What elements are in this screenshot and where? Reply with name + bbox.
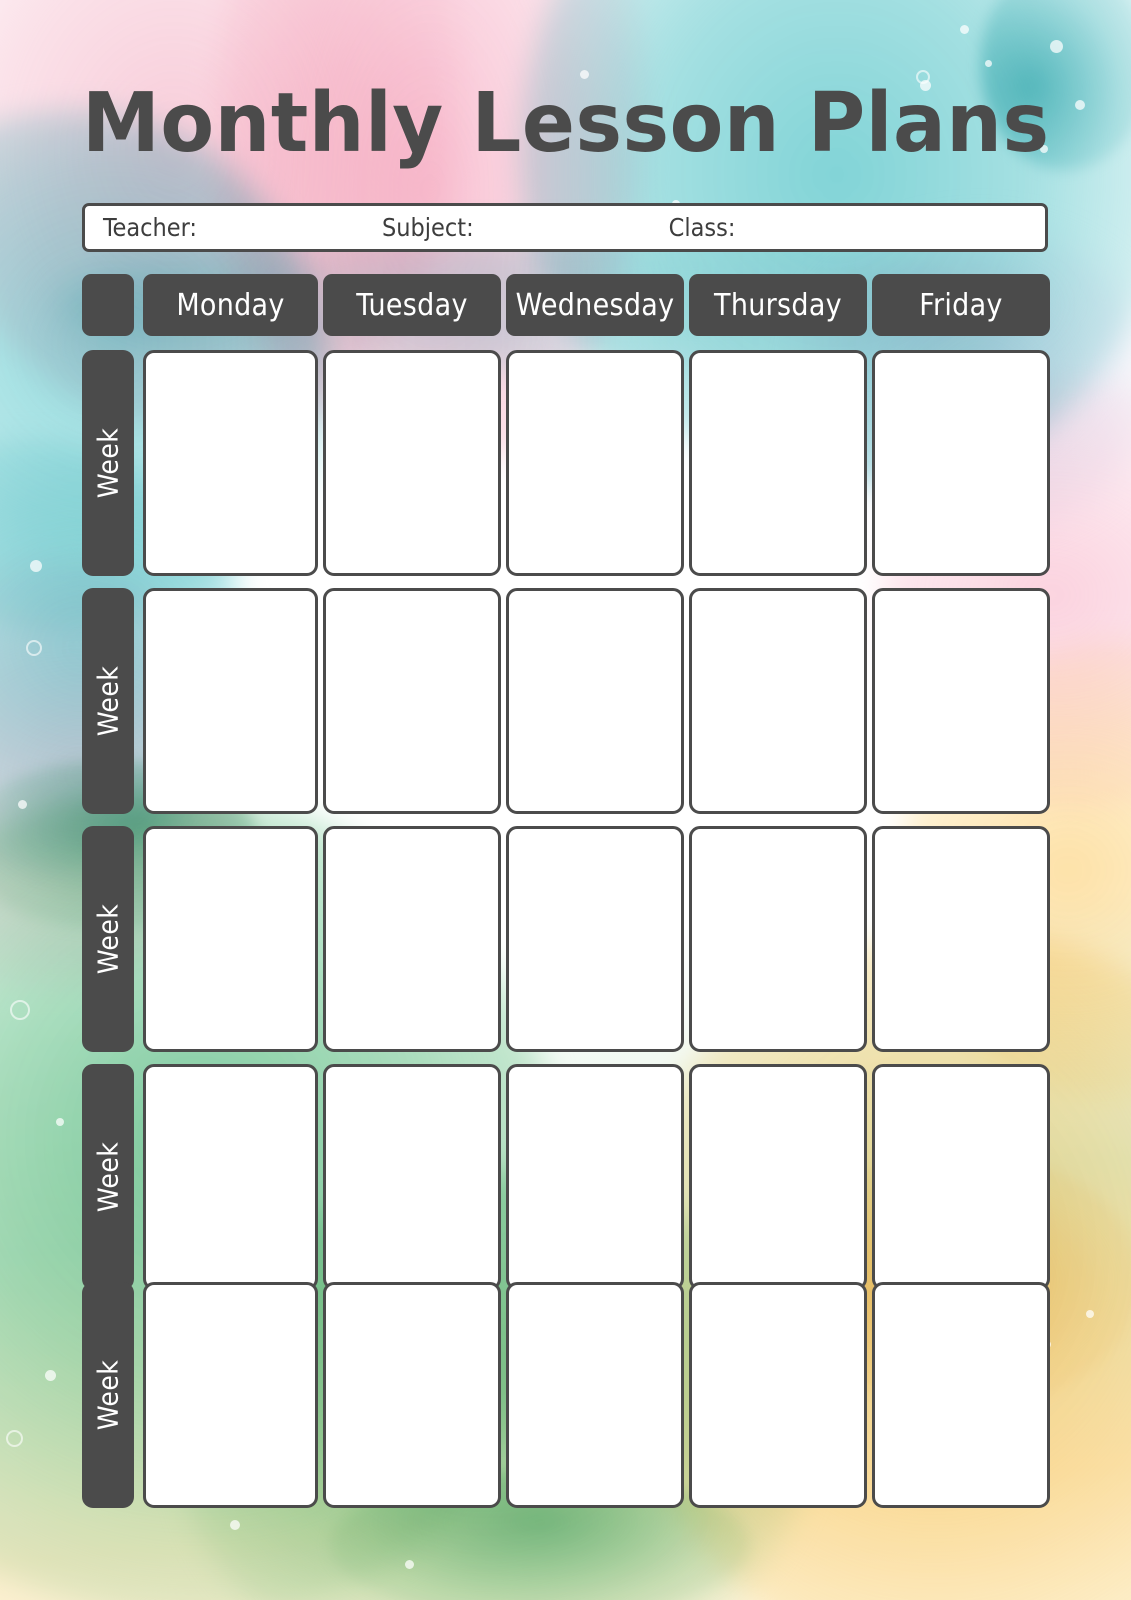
subject-label: Subject: [381, 213, 474, 242]
week-label-text: Week [91, 903, 125, 975]
page-content: Monthly Lesson Plans Teacher: Subject: C… [0, 0, 1131, 1600]
plan-cell-week1-monday[interactable] [143, 350, 318, 576]
week-label-text: Week [91, 427, 125, 499]
day-header-wednesday: Wednesday [506, 274, 684, 336]
week-label-text: Week [91, 1141, 125, 1213]
week-label-row-2: Week [82, 588, 134, 814]
class-label: Class: [668, 213, 736, 242]
plan-cell-week1-thursday[interactable] [689, 350, 867, 576]
plan-cell-week5-monday[interactable] [143, 1282, 318, 1508]
plan-cell-week3-tuesday[interactable] [323, 826, 501, 1052]
plan-cell-week2-monday[interactable] [143, 588, 318, 814]
grid-corner-cell [82, 274, 134, 336]
week-label-row-3: Week [82, 826, 134, 1052]
plan-cell-week3-monday[interactable] [143, 826, 318, 1052]
week-label-row-1: Week [82, 350, 134, 576]
info-bar: Teacher: Subject: Class: [82, 203, 1048, 252]
plan-cell-week4-thursday[interactable] [689, 1064, 867, 1290]
plan-cell-week2-thursday[interactable] [689, 588, 867, 814]
plan-cell-week4-friday[interactable] [872, 1064, 1050, 1290]
teacher-label: Teacher: [103, 213, 197, 242]
lesson-plan-grid: Monday Tuesday Wednesday Thursday Friday… [82, 274, 1050, 1510]
day-header-friday: Friday [872, 274, 1050, 336]
plan-cell-week4-monday[interactable] [143, 1064, 318, 1290]
plan-cell-week4-wednesday[interactable] [506, 1064, 684, 1290]
plan-cell-week1-wednesday[interactable] [506, 350, 684, 576]
lesson-plan-page: Monthly Lesson Plans Teacher: Subject: C… [0, 0, 1131, 1600]
day-header-monday: Monday [143, 274, 318, 336]
week-label-text: Week [91, 1359, 125, 1431]
plan-cell-week3-thursday[interactable] [689, 826, 867, 1052]
grid-header-row: Monday Tuesday Wednesday Thursday Friday [82, 274, 1050, 336]
plan-cell-week3-wednesday[interactable] [506, 826, 684, 1052]
day-header-tuesday: Tuesday [323, 274, 501, 336]
plan-cell-week1-friday[interactable] [872, 350, 1050, 576]
week-label-row-5: Week [82, 1282, 134, 1508]
page-title: Monthly Lesson Plans [82, 76, 1050, 171]
plan-cell-week3-friday[interactable] [872, 826, 1050, 1052]
plan-cell-week5-wednesday[interactable] [506, 1282, 684, 1508]
plan-cell-week2-wednesday[interactable] [506, 588, 684, 814]
plan-cell-week5-friday[interactable] [872, 1282, 1050, 1508]
day-header-thursday: Thursday [689, 274, 867, 336]
plan-cell-week5-tuesday[interactable] [323, 1282, 501, 1508]
plan-cell-week1-tuesday[interactable] [323, 350, 501, 576]
week-label-text: Week [91, 665, 125, 737]
plan-cell-week2-friday[interactable] [872, 588, 1050, 814]
plan-cell-week4-tuesday[interactable] [323, 1064, 501, 1290]
plan-cell-week2-tuesday[interactable] [323, 588, 501, 814]
plan-cell-week5-thursday[interactable] [689, 1282, 867, 1508]
week-label-row-4: Week [82, 1064, 134, 1290]
